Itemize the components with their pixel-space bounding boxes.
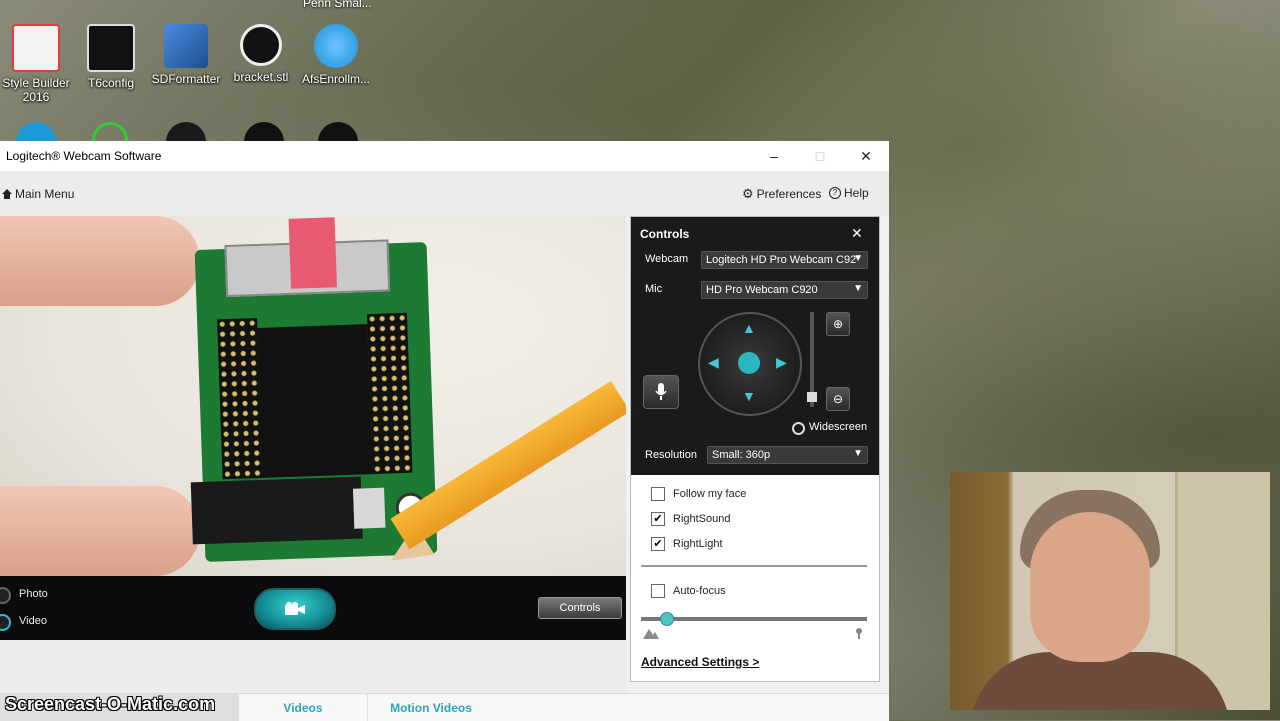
webcam-overlay [950,472,1270,710]
main-menu-label: Main Menu [15,187,75,201]
home-icon [2,189,12,199]
sdformatter-icon [164,24,208,68]
checkbox-box [651,584,665,598]
desktop-icon-label: T6config [87,76,135,90]
video-mode-label: Video [19,615,47,627]
arrow-down-icon[interactable]: ▼ [742,388,756,404]
rightsound-checkbox[interactable]: ✔ RightSound [651,512,731,526]
minimize-button[interactable]: – [751,141,797,171]
preferences-button[interactable]: ⚙ Preferences [742,186,821,202]
style-builder-icon [12,24,60,72]
webcam-select-value: Logitech HD Pro Webcam C92 [706,254,857,266]
maximize-button[interactable]: □ [797,141,843,171]
arrow-left-icon[interactable]: ◀ [708,354,719,371]
pan-tilt-control[interactable]: ▲ ▼ ◀ ▶ [698,312,802,416]
desktop-icon-t6config[interactable]: T6config [75,24,147,90]
checkbox-box [651,487,665,501]
tab-videos[interactable]: Videos [238,694,367,721]
desktop-icon-bracket-stl[interactable]: bracket.stl [225,24,297,84]
follow-face-checkbox[interactable]: Follow my face [651,487,746,501]
help-icon: ? [829,187,841,199]
zoom-in-icon: ⊕ [832,317,844,331]
widescreen-radio[interactable] [792,422,805,435]
video-control-bar: Photo Video Controls [0,576,626,640]
widescreen-label: Widescreen [809,421,868,433]
rightlight-label: RightLight [673,538,723,550]
mode-radio [0,614,11,631]
globe-icon [314,24,358,68]
advanced-settings-link[interactable]: Advanced Settings > [641,655,759,669]
webcam-select[interactable]: Logitech HD Pro Webcam C92 ▼ [701,251,868,269]
close-icon[interactable]: ✕ [851,225,863,242]
window-titlebar: Logitech® Webcam Software – □ ✕ [0,141,889,171]
arrow-up-icon[interactable]: ▲ [742,320,756,336]
webcam-preview [0,216,626,576]
resolution-select[interactable]: Small: 360p ▼ [707,446,868,464]
autofocus-label: Auto-focus [673,585,726,597]
controls-panel: Controls ✕ Webcam Logitech HD Pro Webcam… [630,216,880,682]
mute-mic-button[interactable] [643,375,679,409]
focus-slider[interactable] [641,612,867,626]
mode-radio [0,587,11,604]
window-title: Logitech® Webcam Software [6,149,162,163]
help-button[interactable]: ? Help [829,186,869,200]
main-menu-button[interactable]: Main Menu [2,187,74,201]
mic-label: Mic [645,283,663,295]
stl-file-icon [240,24,282,66]
finger-image [0,486,200,576]
finger-image [0,216,200,306]
gear-icon: ⚙ [742,186,754,201]
chevron-down-icon: ▼ [853,448,863,459]
video-camera-icon [285,602,305,615]
follow-face-label: Follow my face [673,488,747,500]
mountain-icon [643,629,659,639]
pan-center-button[interactable] [738,352,760,374]
desktop-icon-label: SDFormatter [151,72,221,86]
autofocus-checkbox[interactable]: Auto-focus [651,584,726,598]
photo-mode-label: Photo [19,588,48,600]
resolution-label: Resolution [645,449,697,461]
record-button[interactable] [254,588,336,630]
zoom-slider[interactable] [807,312,817,407]
zoom-out-button[interactable]: ⊖ [826,387,850,411]
divider [641,565,867,567]
t6config-icon [87,24,135,72]
focus-slider-knob[interactable] [660,612,674,626]
desktop-icon-sdformatter[interactable]: SDFormatter [150,24,222,86]
chevron-down-icon: ▼ [853,283,863,294]
desktop-icon-afsenrollment[interactable]: AfsEnrollm... [300,24,372,86]
flower-icon [856,628,862,639]
resolution-select-value: Small: 360p [712,449,771,461]
chevron-down-icon: ▼ [853,253,863,264]
desktop-partial-label: Penn Smal... [303,0,372,10]
desktop-icon-label: AfsEnrollm... [301,72,370,86]
webcam-label: Webcam [645,253,689,265]
zoom-in-button[interactable]: ⊕ [826,312,850,336]
controls-dark-section: Controls ✕ Webcam Logitech HD Pro Webcam… [631,217,879,475]
rightsound-label: RightSound [673,513,731,525]
menubar: Main Menu ⚙ Preferences ? Help [0,171,889,217]
desktop-icon-label: Style Builder 2016 [2,76,70,104]
tab-motion-videos[interactable]: Motion Videos [367,694,494,721]
zoom-slider-knob[interactable] [807,392,817,402]
logitech-webcam-window: Logitech® Webcam Software – □ ✕ Main Men… [0,141,889,721]
close-button[interactable]: ✕ [843,141,889,171]
mic-select[interactable]: HD Pro Webcam C920 ▼ [701,281,868,299]
desktop-icon-label: bracket.stl [233,70,289,84]
screencast-watermark: Screencast-O-Matic.com [5,694,216,714]
arrow-right-icon[interactable]: ▶ [776,354,787,371]
checkmark-icon: ✔ [651,537,665,551]
rightlight-checkbox[interactable]: ✔ RightLight [651,537,723,551]
microphone-icon [655,383,667,400]
zoom-out-icon: ⊖ [832,392,844,406]
checkmark-icon: ✔ [651,512,665,526]
controls-title: Controls [640,227,690,241]
preferences-label: Preferences [756,187,822,201]
mic-select-value: HD Pro Webcam C920 [706,284,818,296]
desktop-icon-style-builder[interactable]: Style Builder 2016 [0,24,72,104]
help-label: Help [844,186,869,200]
preview-footer [0,640,626,693]
controls-toggle-button[interactable]: Controls [538,597,622,619]
